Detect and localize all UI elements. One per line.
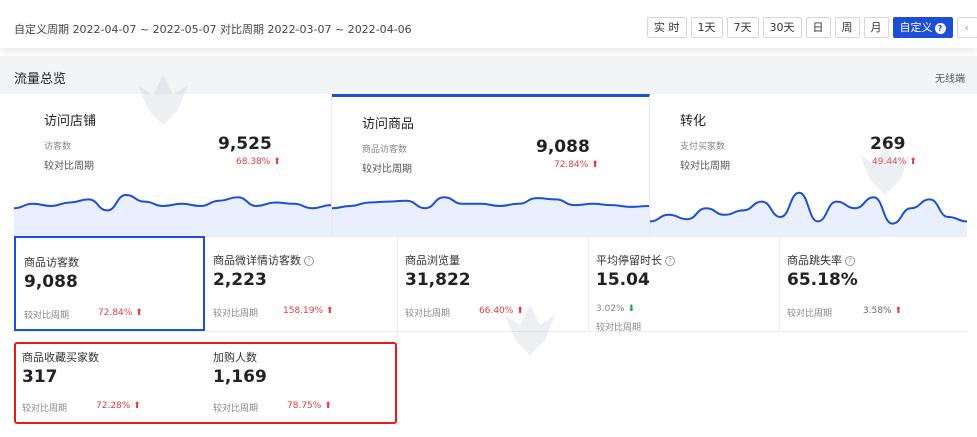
metric-card-product-visitors[interactable]: 商品访客数 9,088 较对比周期 72.84% ⬆ [14,236,205,331]
metric-title: 商品微详情访客数 [213,254,301,267]
card-metric-label: 支付买家数 [680,142,726,152]
device-selector[interactable]: 无线端 [935,70,965,85]
card-title: 转化 [680,114,707,129]
metric-card-micro-detail-visitors[interactable]: 商品微详情访客数? 2,223 较对比周期 158.19% ⬆ [205,236,397,331]
metric-card-bounce-rate[interactable]: 商品跳失率? 65.18% 较对比周期 3.58% ⬆ [779,236,967,331]
metric-card-page-views[interactable]: 商品浏览量 31,822 较对比周期 66.40% ⬆ [397,236,588,331]
metric-compare-label: 较对比周期 [213,309,259,319]
section-header: 流量总览 无线端 [0,56,977,94]
7-day-button[interactable]: 7天 [726,17,759,38]
summary-cards: 访问店铺 访客数 较对比周期 9,525 68.38% ⬆ 访问商品 商品访客数… [14,94,967,236]
metric-value: 2,223 [213,270,267,290]
arrow-up-icon: ⬆ [273,157,281,167]
summary-card-product[interactable]: 访问商品 商品访客数 较对比周期 9,088 72.84% ⬆ [332,94,650,236]
metric-value: 15.04 [596,270,650,290]
help-icon: ? [934,23,946,34]
30-day-button[interactable]: 30天 [762,17,802,38]
summary-card-store[interactable]: 访问店铺 访客数 较对比周期 9,525 68.38% ⬆ [14,94,332,236]
arrow-up-icon: ⬆ [516,306,524,316]
card-change: 72.84% [554,160,589,170]
custom-period-button[interactable]: 自定义? [892,17,953,38]
summary-card-conversion[interactable]: 转化 支付买家数 较对比周期 269 49.44% ⬆ [650,94,967,236]
card-compare-label: 较对比周期 [44,161,94,172]
card-compare-label: 较对比周期 [362,164,412,175]
metric-compare-label: 较对比周期 [24,311,70,321]
card-title: 访问商品 [362,117,415,132]
custom-period-label: 自定义 [899,21,933,34]
metric-change: 3.58% [863,306,892,316]
metric-compare-label: 较对比周期 [596,323,642,333]
metric-title: 平均停留时长 [596,254,662,267]
metric-compare-label: 较对比周期 [405,309,451,319]
info-icon[interactable]: ? [845,256,855,266]
realtime-button[interactable]: 实 时 [647,17,687,38]
info-icon[interactable]: ? [304,256,314,266]
metric-value: 31,822 [405,270,471,290]
arrow-up-icon: ⬆ [591,160,599,170]
week-button[interactable]: 周 [834,17,860,38]
info-icon[interactable]: ? [665,256,675,266]
metric-title: 商品访客数 [24,256,79,269]
device-label: 无线端 [935,74,965,85]
sparkline-area [650,192,967,236]
metric-title: 商品跳失率 [787,254,842,267]
trend-sparkline [14,193,331,236]
1-day-button[interactable]: 1天 [690,17,723,38]
card-change: 68.38% [236,157,271,167]
metric-value: 65.18% [787,270,858,290]
metric-change: 158.19% [283,306,324,316]
card-metric-label: 访客数 [44,142,72,152]
sparkline-area [14,195,331,236]
period-button-group: 实 时 1天 7天 30天 日 周 月 自定义? ‹ › [647,17,977,38]
sparkline-area [332,197,649,236]
card-value: 269 [870,134,906,154]
highlight-frame [14,342,397,424]
metric-change: 66.40% [479,306,514,316]
metric-value: 9,088 [24,272,78,292]
metric-card-avg-stay[interactable]: 平均停留时长? 15.04 3.02% ⬇ 较对比周期 [588,236,779,333]
section-title: 流量总览 [14,72,67,87]
card-value: 9,525 [218,134,272,154]
arrow-up-icon: ⬆ [909,157,917,167]
day-button[interactable]: 日 [805,17,831,38]
metric-title: 商品浏览量 [405,254,460,267]
arrow-up-icon: ⬆ [894,306,903,316]
prev-period-button[interactable]: ‹ [956,17,977,38]
arrow-up-icon: ⬆ [325,306,334,316]
card-change: 49.44% [872,157,907,167]
card-metric-label: 商品访客数 [362,145,408,155]
metric-compare-label: 较对比周期 [787,309,833,319]
month-button[interactable]: 月 [863,17,889,38]
card-value: 9,088 [536,137,590,157]
trend-sparkline [650,191,967,236]
metric-change: 3.02% [596,304,625,314]
period-text: 自定义周期 2022-04-07 ~ 2022-05-07 对比周期 2022-… [14,23,412,36]
card-compare-label: 较对比周期 [680,161,730,172]
trend-sparkline [332,196,649,236]
arrow-up-icon: ⬆ [135,308,143,318]
card-title: 访问店铺 [44,114,97,129]
date-toolbar: 自定义周期 2022-04-07 ~ 2022-05-07 对比周期 2022-… [0,0,977,48]
metric-change: 72.84% [98,308,133,318]
arrow-down-icon: ⬇ [627,304,636,314]
